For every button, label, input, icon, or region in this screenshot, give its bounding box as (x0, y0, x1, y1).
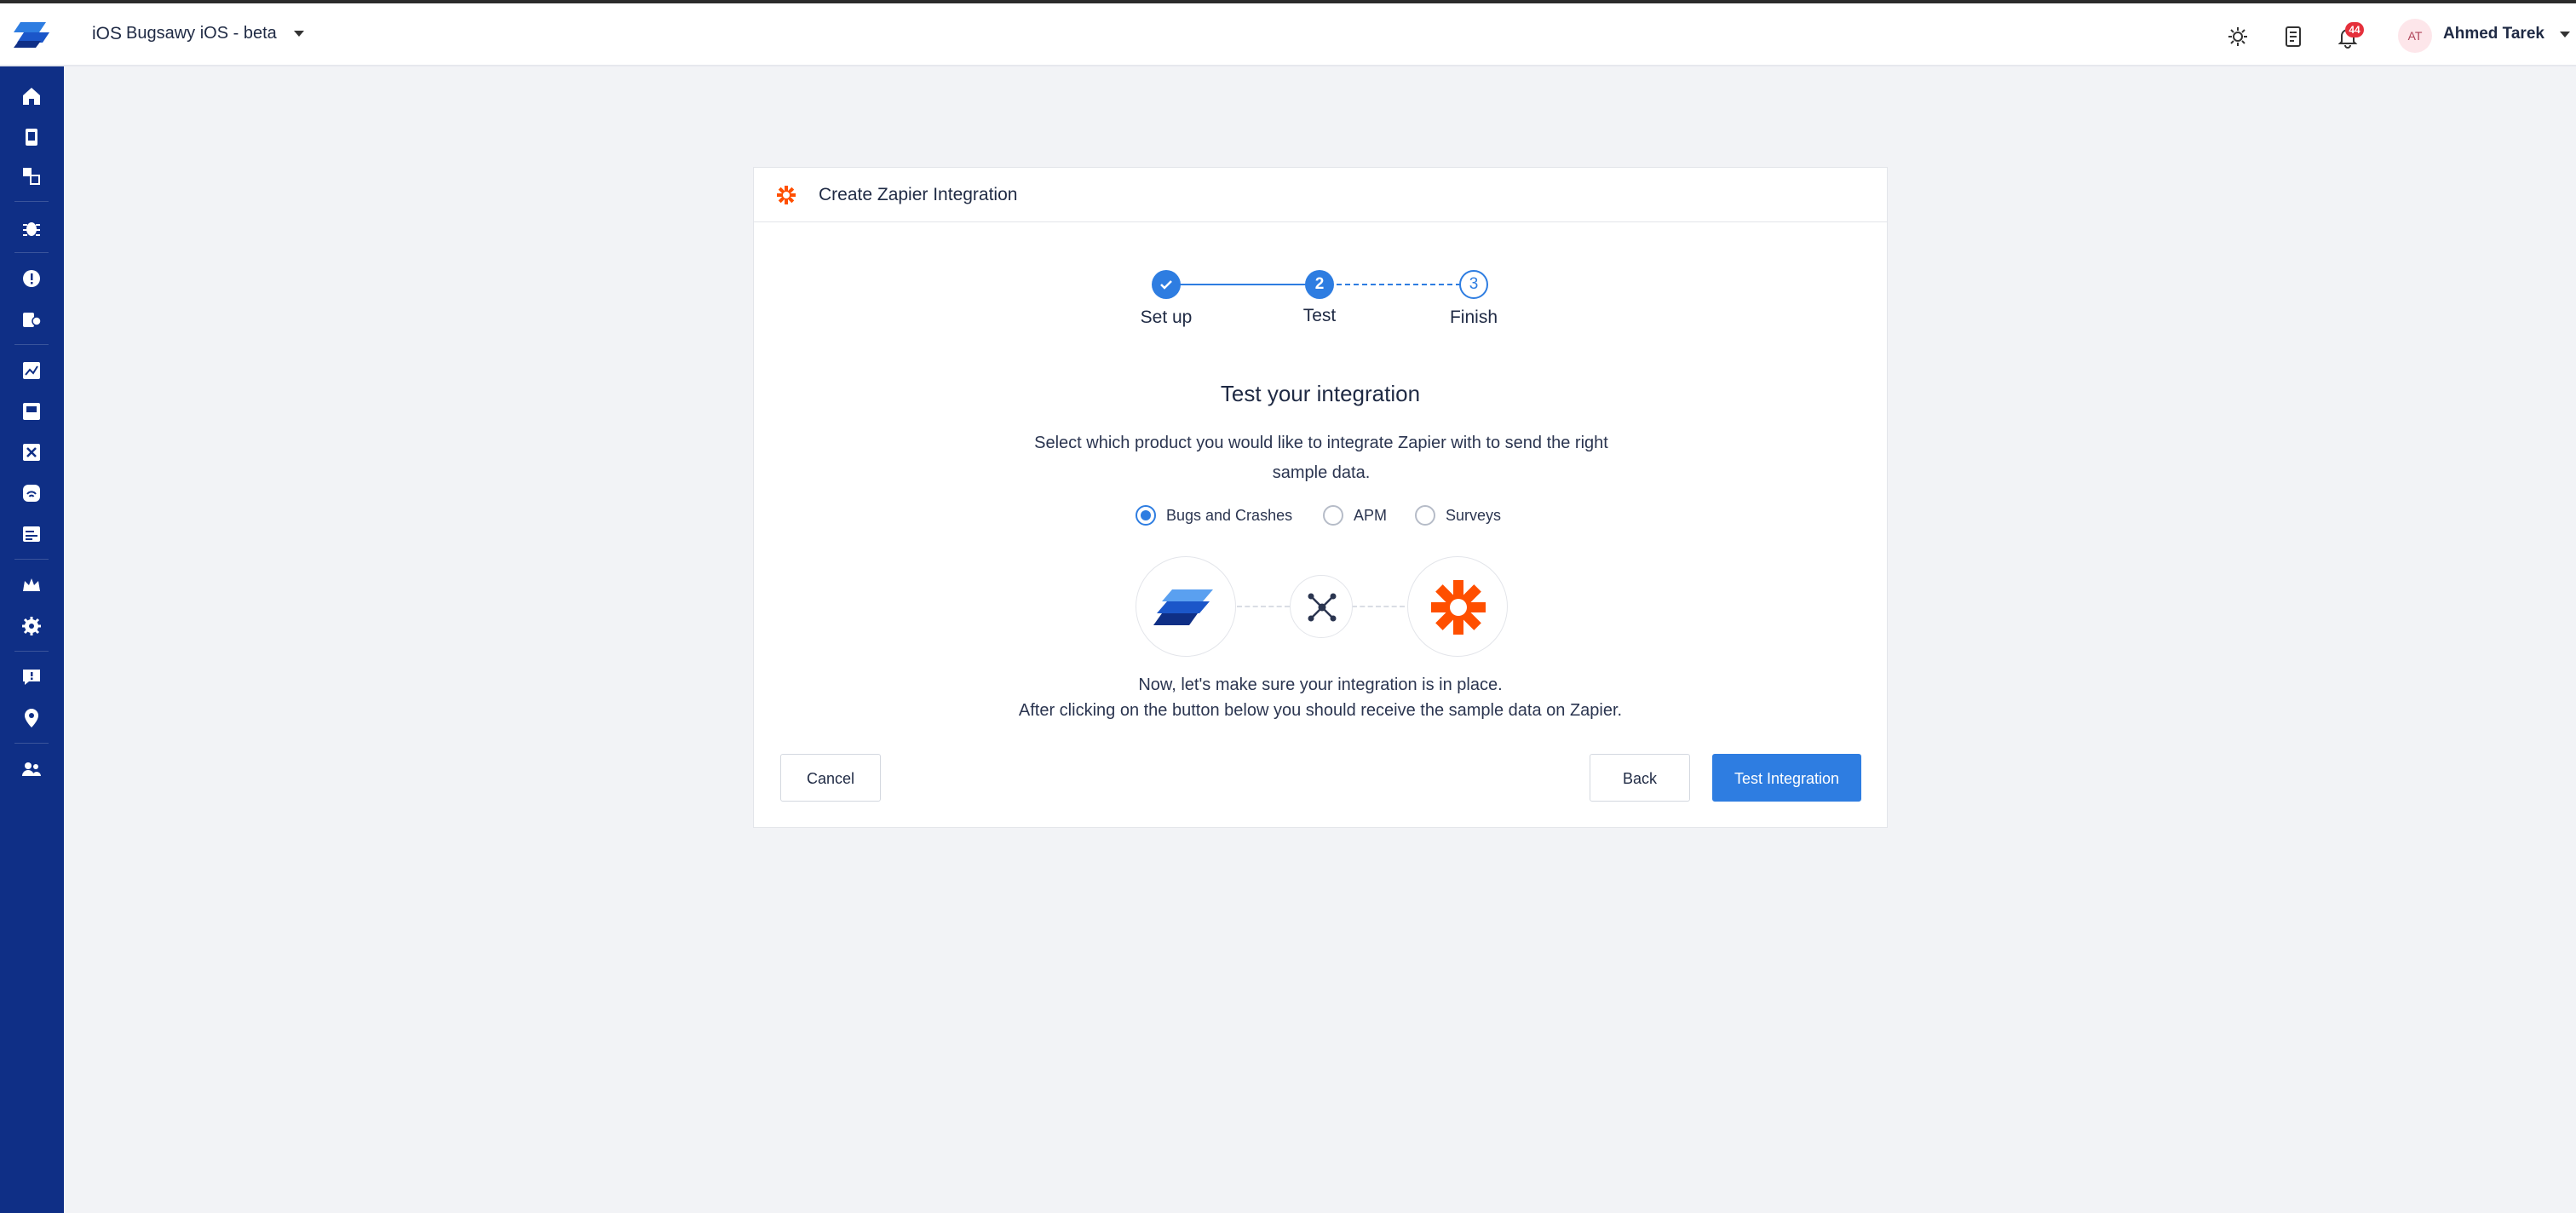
radio-label: Bugs and Crashes (1166, 506, 1293, 524)
radio-bugs-and-crashes[interactable]: Bugs and Crashes (1136, 505, 1292, 526)
connection-hub-icon (1308, 593, 1337, 622)
bug-icon[interactable] (20, 216, 43, 239)
step-1-done-icon (1152, 270, 1181, 299)
app-name: Bugsawy iOS - beta (126, 24, 277, 43)
radio-unselected-icon[interactable] (1323, 505, 1343, 526)
feedback-icon[interactable] (20, 666, 43, 688)
notification-count-badge: 44 (2345, 22, 2364, 37)
radio-selected-icon[interactable] (1136, 505, 1156, 526)
radio-surveys[interactable]: Surveys (1415, 505, 1501, 526)
radio-label: APM (1354, 506, 1388, 524)
location-icon[interactable] (20, 707, 43, 729)
top-header: iOS Bugsawy iOS - beta 44 AT Ahmed Tarek (0, 3, 2576, 66)
radio-label: Surveys (1446, 506, 1502, 524)
section-heading: Test your integration (1220, 381, 1421, 406)
radio-unselected-icon[interactable] (1415, 505, 1435, 526)
note-line-2: After clicking on the button below you s… (1018, 701, 1623, 720)
zapier-logo-bubble (1407, 556, 1508, 657)
user-menu[interactable]: Ahmed Tarek (2443, 25, 2570, 43)
connector-dash (1237, 606, 1290, 607)
settings-icon[interactable] (20, 615, 43, 637)
reports-icon[interactable] (20, 523, 43, 545)
sidebar-divider (14, 201, 49, 202)
section-description: Select which product you would like to i… (1034, 434, 1608, 482)
devices-icon[interactable] (20, 126, 43, 148)
builds-icon[interactable] (20, 165, 43, 187)
avatar[interactable]: AT (2398, 19, 2432, 53)
instabug-logo-icon (1153, 589, 1213, 625)
crash-icon[interactable] (20, 267, 43, 290)
cancel-button[interactable]: Cancel (780, 754, 881, 802)
zapier-integration-modal: Create Zapier Integration Set up 2 Test … (753, 167, 1888, 828)
apm-icon[interactable] (20, 359, 43, 382)
team-icon[interactable] (20, 758, 43, 780)
product-radio-group: Bugs and Crashes APM Surveys (754, 505, 1887, 531)
sidebar-divider (14, 252, 49, 253)
network-icon[interactable] (20, 482, 43, 504)
step-3-pending: 3 (1459, 270, 1488, 299)
home-icon[interactable] (20, 85, 43, 107)
step-label-setup: Set up (1140, 308, 1193, 327)
connector-dash (1352, 606, 1405, 607)
instabug-logo-bubble (1136, 556, 1236, 657)
chevron-down-icon (2559, 31, 2570, 37)
app-logo-icon[interactable] (12, 15, 51, 55)
sidebar-divider (14, 344, 49, 345)
test-integration-button[interactable]: Test Integration (1712, 754, 1861, 802)
sidebar-divider (14, 651, 49, 652)
screen-icon[interactable] (20, 400, 43, 423)
note-line-1: Now, let's make sure your integration is… (1138, 675, 1503, 694)
step-label-finish: Finish (1449, 308, 1498, 327)
back-button[interactable]: Back (1590, 754, 1690, 802)
sidebar (0, 66, 64, 1213)
flows-icon[interactable] (20, 441, 43, 463)
docs-icon[interactable] (2280, 24, 2306, 49)
crown-icon[interactable] (20, 574, 43, 596)
platform-label: iOS (92, 24, 123, 43)
sidebar-divider (14, 559, 49, 560)
sidebar-divider (14, 743, 49, 744)
connection-hub-bubble (1290, 575, 1353, 638)
step-2-active: 2 (1305, 270, 1334, 299)
step-label-test: Test (1302, 306, 1337, 325)
radio-apm[interactable]: APM (1323, 505, 1387, 526)
user-name: Ahmed Tarek (2443, 25, 2544, 43)
app-selector[interactable]: Bugsawy iOS - beta (126, 24, 304, 43)
user-issue-icon[interactable] (20, 308, 43, 331)
zapier-logo-icon (1431, 580, 1486, 635)
bug-report-icon[interactable] (2225, 24, 2251, 49)
chevron-down-icon (293, 31, 304, 37)
